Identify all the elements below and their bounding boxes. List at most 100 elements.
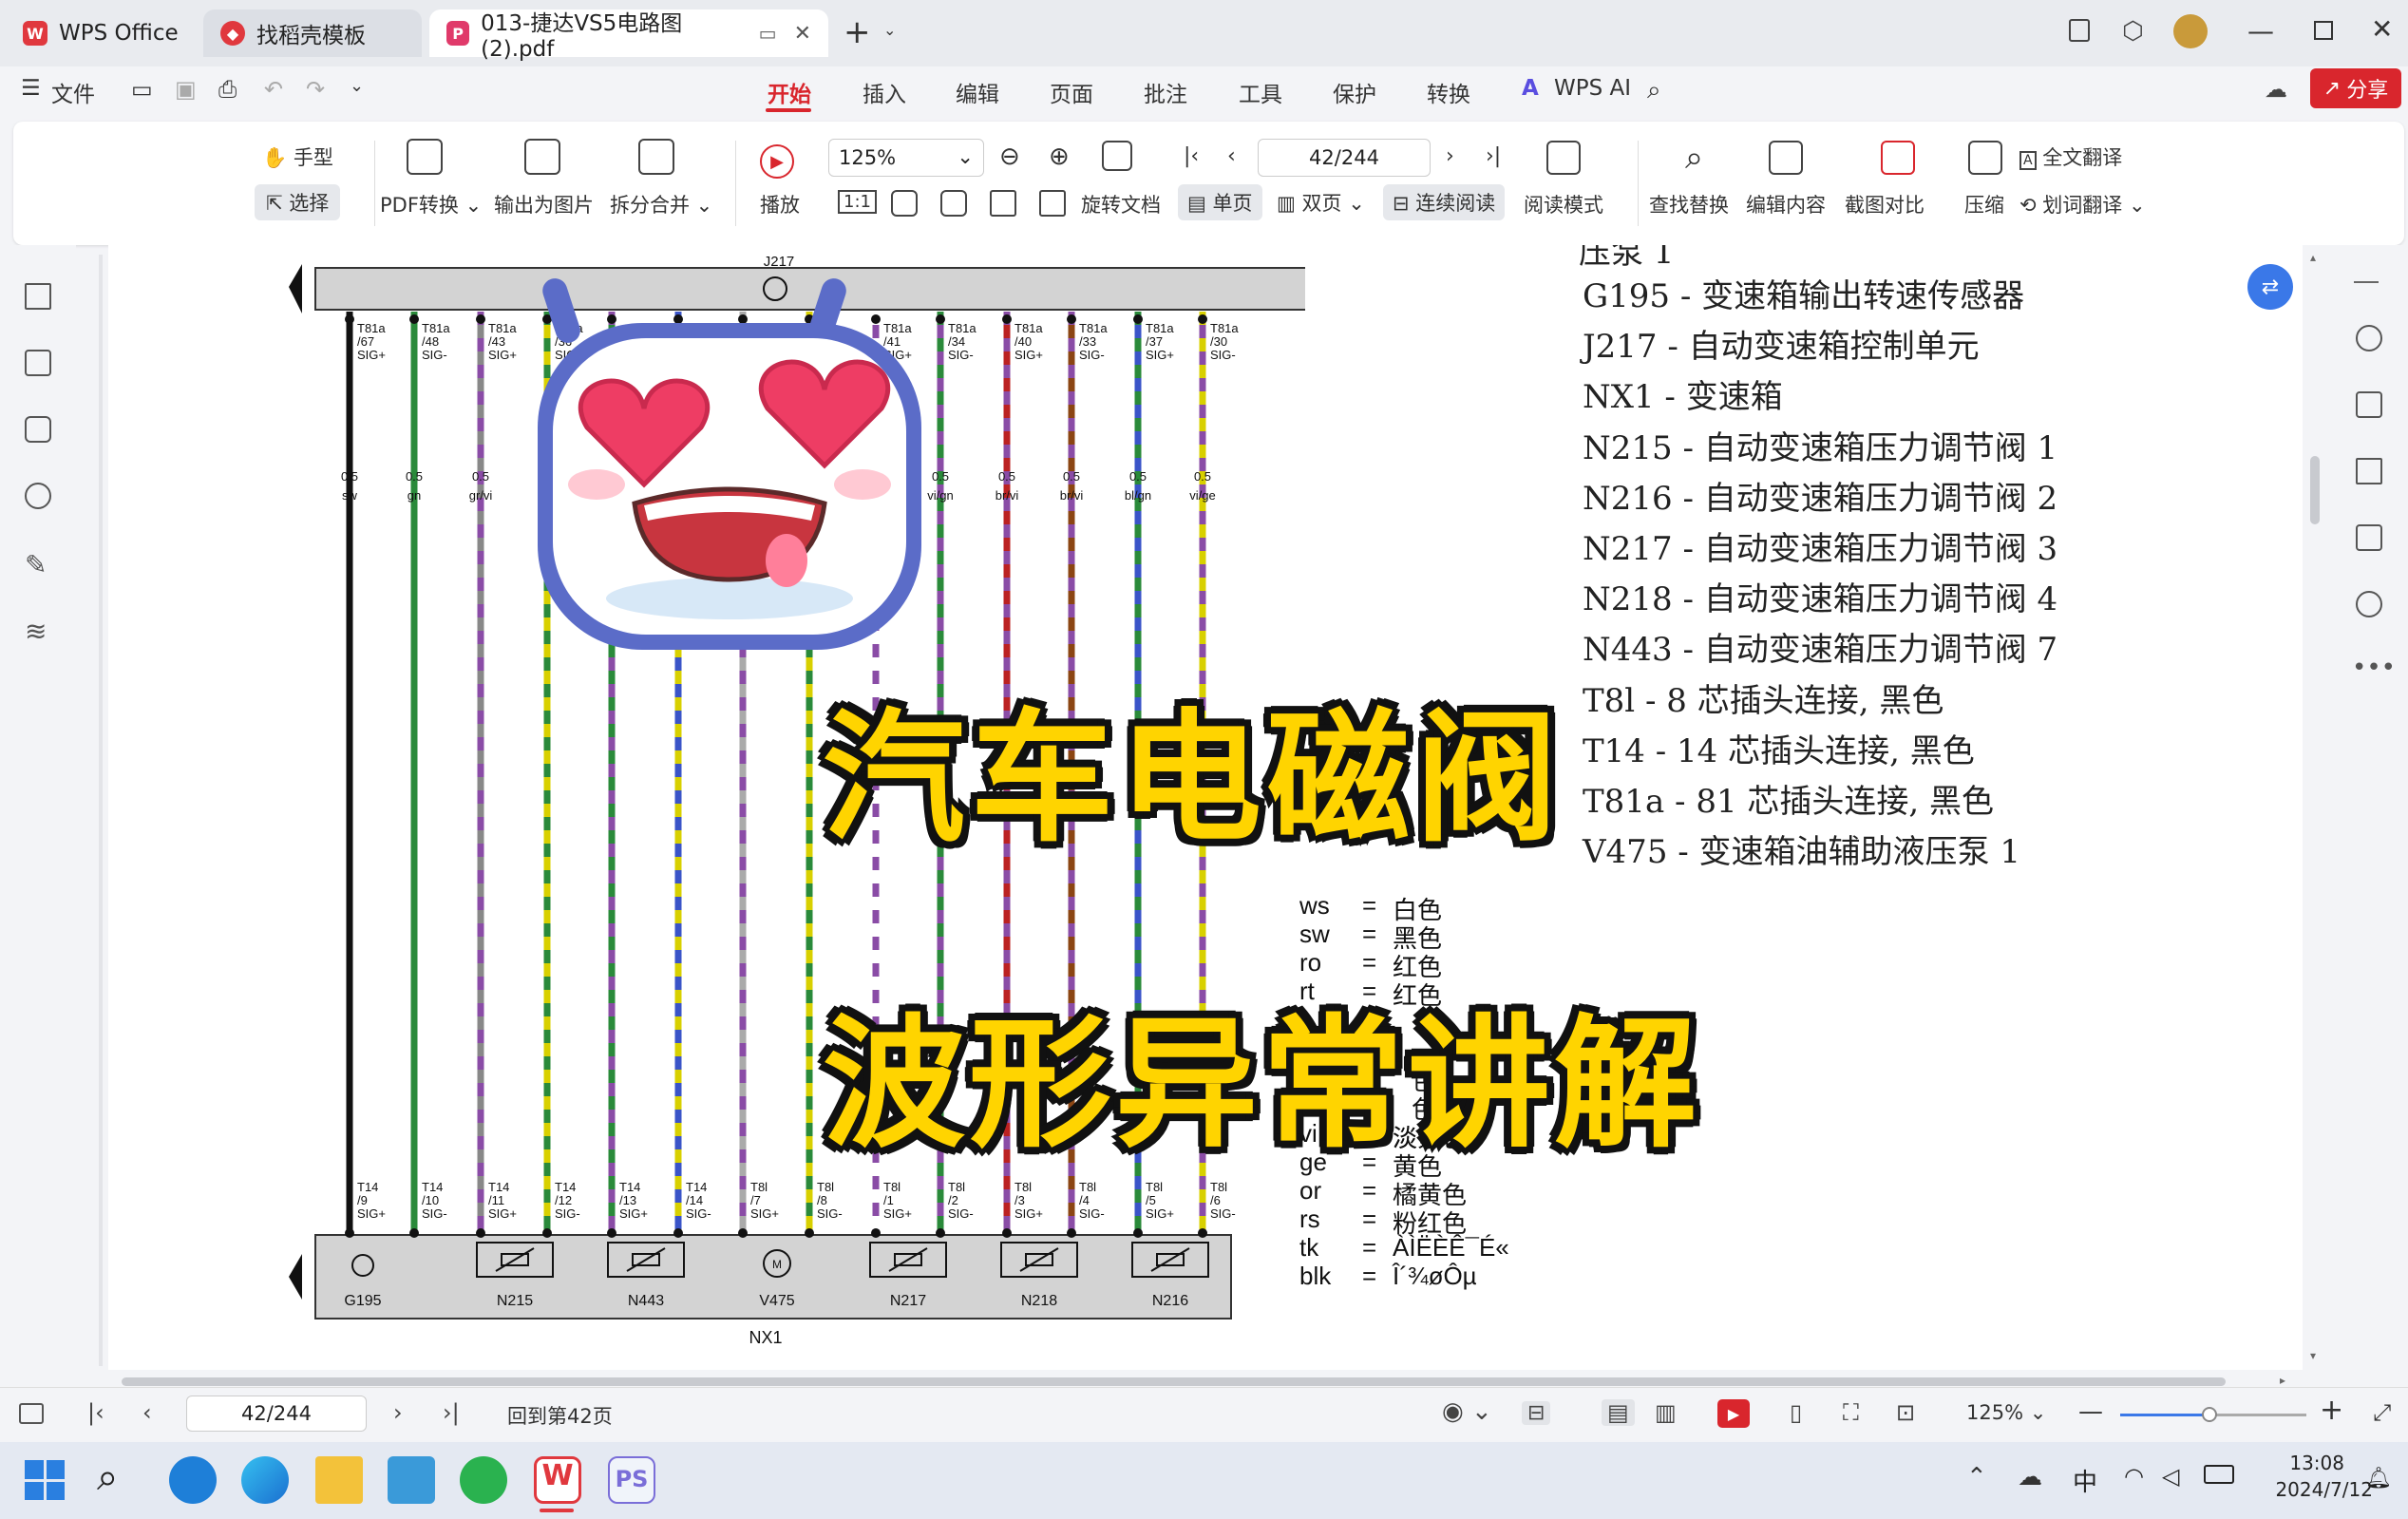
translate-panel-icon[interactable] xyxy=(2356,391,2382,418)
back-to-page-link[interactable]: 回到第42页 xyxy=(507,1401,613,1430)
save-icon[interactable]: ▣ xyxy=(175,76,197,103)
scroll-right-icon[interactable]: ▸ xyxy=(2280,1374,2285,1387)
wifi-icon[interactable]: ◠ xyxy=(2124,1463,2144,1490)
notification-icon[interactable]: 🔔︎ xyxy=(2365,1467,2392,1491)
menu-annotate[interactable]: 批注 xyxy=(1144,76,1187,108)
attachment-icon[interactable] xyxy=(25,483,51,509)
rotate-document-button[interactable]: 旋转文档 xyxy=(1081,190,1161,218)
cloud-icon[interactable]: ☁ xyxy=(2265,76,2287,103)
compress-button[interactable]: 压缩 xyxy=(1964,190,2004,218)
split-merge-button[interactable]: 拆分合并 ⌄ xyxy=(610,190,712,218)
first-page-icon[interactable]: |‹ xyxy=(1184,144,1199,168)
select-tool-button[interactable]: ⇱ 选择 xyxy=(255,184,341,220)
window-restore-icon[interactable] xyxy=(2069,19,2090,42)
continuous-read-button[interactable]: ⊟ 连续阅读 xyxy=(1383,184,1506,220)
rotate-left-icon[interactable] xyxy=(990,190,1016,217)
last-page-icon[interactable]: ›| xyxy=(443,1399,460,1426)
menu-protect[interactable]: 保护 xyxy=(1333,76,1376,108)
thumbnail-icon[interactable] xyxy=(25,350,51,376)
wps-taskbar-icon[interactable]: W xyxy=(534,1456,581,1504)
tab-template[interactable]: ◆ 找稻壳模板 xyxy=(203,9,422,57)
clock-date[interactable]: 2024/7/12 xyxy=(2257,1478,2373,1501)
pdf-convert-button[interactable]: PDF转换 ⌄ xyxy=(380,190,482,218)
screenshot-compare-button[interactable]: 截图对比 xyxy=(1845,190,1925,218)
menu-convert[interactable]: 转换 xyxy=(1427,76,1470,108)
vertical-scroll-thumb[interactable] xyxy=(2310,456,2320,524)
tab-pdf-active[interactable]: P 013-捷达VS5电路图(2).pdf ▭ ✕ xyxy=(429,9,828,62)
zoom-in-icon[interactable]: + xyxy=(2320,1394,2343,1427)
single-page-status-icon[interactable]: ▤ xyxy=(1602,1399,1635,1426)
zoom-in-icon[interactable]: ⊕ xyxy=(1049,142,1070,171)
layers-icon[interactable]: ≋ xyxy=(25,616,51,647)
search-icon[interactable]: ⌕ xyxy=(97,1455,118,1499)
undo-icon[interactable]: ↶ xyxy=(264,76,283,103)
word-translate-button[interactable]: ⟲ 划词翻译 ⌄ xyxy=(2019,190,2146,218)
start-button[interactable] xyxy=(25,1460,65,1500)
scroll-down-icon[interactable]: ▾ xyxy=(2310,1349,2316,1362)
chevron-up-icon[interactable]: ⌃ xyxy=(1966,1463,1987,1491)
new-tab-button[interactable]: + xyxy=(844,13,871,51)
redo-icon[interactable]: ↷ xyxy=(306,76,325,103)
search-icon[interactable]: ⌕ xyxy=(1647,76,1661,105)
onedrive-icon[interactable]: ☁ xyxy=(2018,1463,2042,1491)
sidebar-toggle-icon[interactable] xyxy=(19,1403,44,1424)
volume-icon[interactable]: ◁ xyxy=(2162,1463,2179,1490)
double-page-button[interactable]: ▥ 双页 ⌄ xyxy=(1277,188,1365,217)
hamburger-icon[interactable]: ☰ xyxy=(21,76,41,101)
single-page-button[interactable]: ▤ 单页 xyxy=(1178,184,1262,220)
zoom-select[interactable]: 125% ⌄ xyxy=(828,139,984,177)
prev-page-icon[interactable]: ‹ xyxy=(1227,144,1236,168)
zoom-out-icon[interactable]: — xyxy=(2078,1397,2103,1426)
fit-page-icon[interactable] xyxy=(891,190,918,217)
status-page-input[interactable]: 42/244 xyxy=(186,1396,367,1432)
file-explorer-icon[interactable] xyxy=(315,1456,363,1504)
first-page-icon[interactable]: |‹ xyxy=(87,1399,104,1426)
minimize-icon[interactable]: — xyxy=(2247,15,2274,47)
ie-icon[interactable] xyxy=(169,1456,217,1504)
menu-page[interactable]: 页面 xyxy=(1050,76,1093,108)
menu-wps-ai[interactable]: WPS AI xyxy=(1554,76,1631,101)
prev-page-icon[interactable]: ‹ xyxy=(142,1399,152,1426)
settings-sliders-icon[interactable] xyxy=(2356,458,2382,484)
fullscreen-icon[interactable]: ⤢ xyxy=(2373,1399,2391,1426)
ps-icon[interactable]: PS xyxy=(608,1456,655,1504)
scroll-up-icon[interactable]: ▴ xyxy=(2310,251,2316,264)
export-image-button[interactable]: 输出为图片 xyxy=(494,190,594,218)
maximize-icon[interactable] xyxy=(2314,21,2333,40)
menu-home[interactable]: 开始 xyxy=(768,76,811,108)
next-page-icon[interactable]: › xyxy=(1446,144,1454,168)
tab-wps-office[interactable]: W WPS Office xyxy=(6,9,196,57)
read-mode-button[interactable]: 阅读模式 xyxy=(1524,190,1603,218)
find-replace-button[interactable]: 查找替换 xyxy=(1649,190,1729,218)
collapse-icon[interactable] xyxy=(2354,281,2379,283)
monitor-icon[interactable]: ▭ xyxy=(759,22,777,45)
folder-icon[interactable]: ▭ xyxy=(131,76,153,103)
battery-icon[interactable] xyxy=(2204,1465,2234,1484)
zoom-slider-thumb[interactable] xyxy=(2202,1407,2217,1422)
play-button[interactable]: 播放 xyxy=(760,190,800,218)
cube-icon[interactable]: ⬡ xyxy=(2122,17,2144,46)
chevron-down-icon[interactable]: ⌄ xyxy=(350,76,364,96)
last-page-icon[interactable]: ›| xyxy=(1486,144,1501,168)
fit-width-icon[interactable] xyxy=(940,190,967,217)
eye-icon[interactable]: ◉ ⌄ xyxy=(1442,1397,1492,1426)
floating-translate-icon[interactable]: ⇄ xyxy=(2247,264,2293,310)
read-aloud-icon[interactable] xyxy=(2356,524,2382,551)
wechat-icon[interactable] xyxy=(460,1456,507,1504)
toolbox-icon[interactable] xyxy=(388,1456,435,1504)
share-button[interactable]: ↗ 分享 xyxy=(2310,68,2401,108)
menu-tools[interactable]: 工具 xyxy=(1239,76,1282,108)
full-translate-button[interactable]: A 全文翻译 xyxy=(2019,142,2122,171)
print-icon[interactable]: ⎙ xyxy=(218,76,237,103)
fit-width-status-icon[interactable]: ▯ xyxy=(1790,1399,1802,1426)
continuous-status-icon[interactable]: ⊟ xyxy=(1522,1401,1551,1425)
menu-file[interactable]: 文件 xyxy=(51,76,95,108)
fit-page-status-icon[interactable]: ⛶ xyxy=(1843,1399,1859,1426)
chevron-down-icon[interactable]: ⌄ xyxy=(883,21,896,39)
double-page-status-icon[interactable]: ▥ xyxy=(1655,1399,1677,1426)
clock-time[interactable]: 13:08 xyxy=(2257,1452,2344,1474)
edit-content-button[interactable]: 编辑内容 xyxy=(1746,190,1826,218)
search-panel-icon[interactable] xyxy=(2356,325,2382,351)
menu-insert[interactable]: 插入 xyxy=(863,76,906,108)
help-icon[interactable] xyxy=(2356,591,2382,617)
